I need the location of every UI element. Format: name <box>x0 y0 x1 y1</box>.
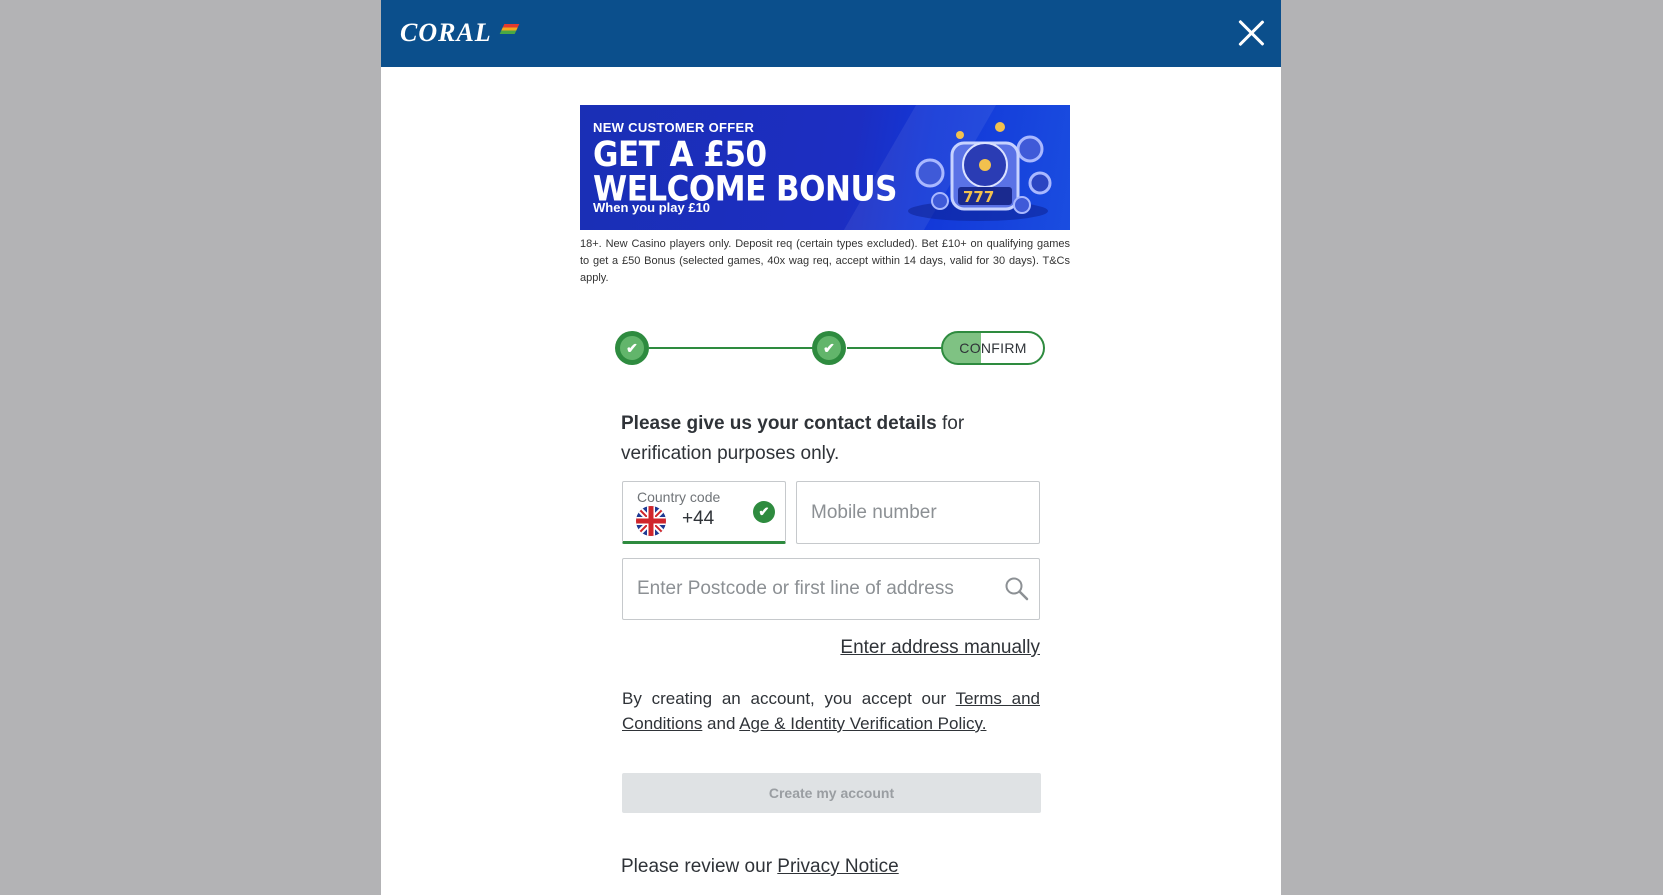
step-connector-2 <box>847 347 943 349</box>
intro-bold: Please give us your contact details <box>621 413 937 434</box>
step-3-confirm: CONFIRM <box>941 331 1045 365</box>
step-2-complete: ✔ <box>812 331 846 365</box>
step-1-complete: ✔ <box>615 331 649 365</box>
banner-eyebrow: NEW CUSTOMER OFFER <box>593 120 755 135</box>
svg-text:777: 777 <box>963 188 994 206</box>
privacy-prefix: Please review our <box>621 856 778 877</box>
address-search-input[interactable] <box>623 559 1039 619</box>
privacy-statement: Please review our Privacy Notice <box>621 856 899 878</box>
step-connector-1 <box>649 347 813 349</box>
terms-statement: By creating an account, you accept our T… <box>622 686 1040 736</box>
uk-flag-icon <box>636 506 666 536</box>
slot-machine-icon: 777 <box>908 122 1052 221</box>
valid-check-icon: ✔ <box>753 501 775 523</box>
coral-logo: CORAL <box>400 18 492 47</box>
terms-prefix: By creating an account, you accept our <box>622 689 956 708</box>
enter-address-manually-link[interactable]: Enter address manually <box>840 637 1040 659</box>
contact-intro: Please give us your contact details for … <box>621 409 981 469</box>
search-icon[interactable] <box>1004 576 1030 602</box>
progress-stepper: ✔ ✔ CONFIRM <box>615 330 1045 366</box>
logo-flag-icon <box>499 24 520 34</box>
terms-middle: and <box>702 714 740 733</box>
mobile-number-input[interactable] <box>797 482 1039 543</box>
promo-disclaimer: 18+. New Casino players only. Deposit re… <box>580 238 1070 284</box>
age-identity-policy-link[interactable]: Age & Identity Verification Policy. <box>739 714 986 733</box>
mobile-number-field[interactable] <box>796 481 1040 544</box>
address-search-field[interactable] <box>622 558 1040 620</box>
modal-header: CORAL <box>381 0 1281 67</box>
banner-headline-line1: GET A £50 <box>593 134 767 175</box>
country-code-value: +44 <box>682 508 715 529</box>
promo-banner: NEW CUSTOMER OFFER GET A £50 WELCOME BON… <box>580 105 1070 230</box>
check-icon: ✔ <box>620 336 644 360</box>
check-icon: ✔ <box>817 336 841 360</box>
country-code-select[interactable]: Country code +44 ✔ <box>622 481 786 544</box>
banner-subline: When you play £10 <box>593 200 711 215</box>
create-account-button[interactable]: Create my account <box>622 773 1041 813</box>
country-code-label: Country code <box>637 489 721 505</box>
registration-modal: CORAL NEW CUSTOMER OFFER GET A £50 WELCO… <box>381 0 1281 895</box>
banner-headline: GET A £50 WELCOME BONUS <box>593 134 897 207</box>
privacy-notice-link[interactable]: Privacy Notice <box>777 856 898 877</box>
close-button[interactable] <box>1234 16 1268 50</box>
